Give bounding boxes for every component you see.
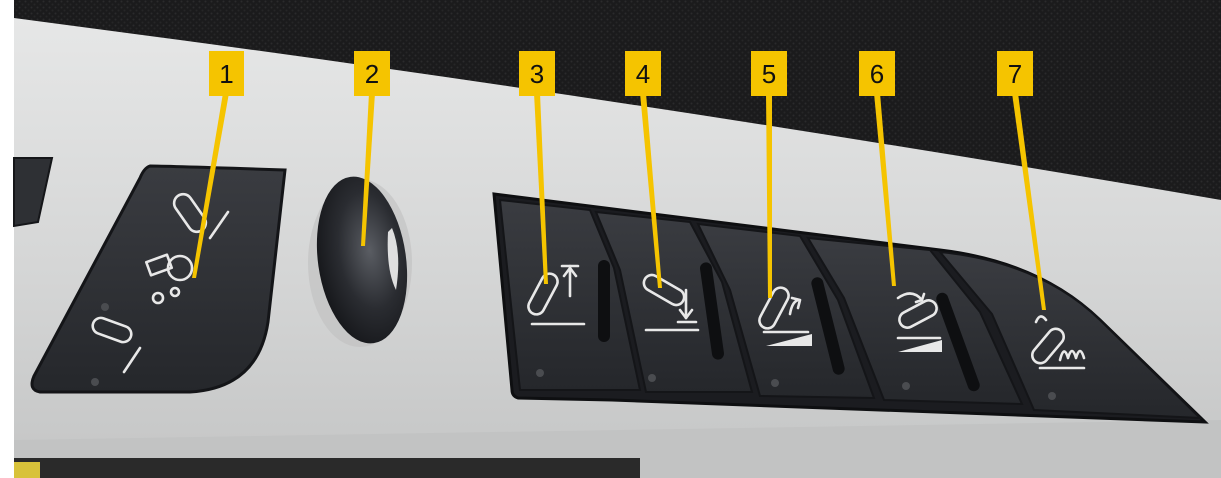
- callout-label-2: 2: [365, 59, 379, 89]
- status-led: [902, 382, 910, 390]
- status-led: [101, 303, 109, 311]
- status-led: [536, 369, 544, 377]
- callout-label-4: 4: [636, 59, 650, 89]
- callout-label-6: 6: [870, 59, 884, 89]
- callout-label-1: 1: [219, 59, 233, 89]
- callout-label-5: 5: [762, 59, 776, 89]
- status-led: [1048, 392, 1056, 400]
- button-separator: [598, 260, 610, 342]
- control-panel-photo: 1 2 3 4 5 6 7: [0, 0, 1221, 478]
- status-led: [771, 379, 779, 387]
- callout-label-3: 3: [530, 59, 544, 89]
- lower-dark-strip: [14, 458, 640, 478]
- lower-yellow-edge: [14, 462, 40, 478]
- callout-label-7: 7: [1008, 59, 1022, 89]
- status-led: [91, 378, 99, 386]
- status-led: [648, 374, 656, 382]
